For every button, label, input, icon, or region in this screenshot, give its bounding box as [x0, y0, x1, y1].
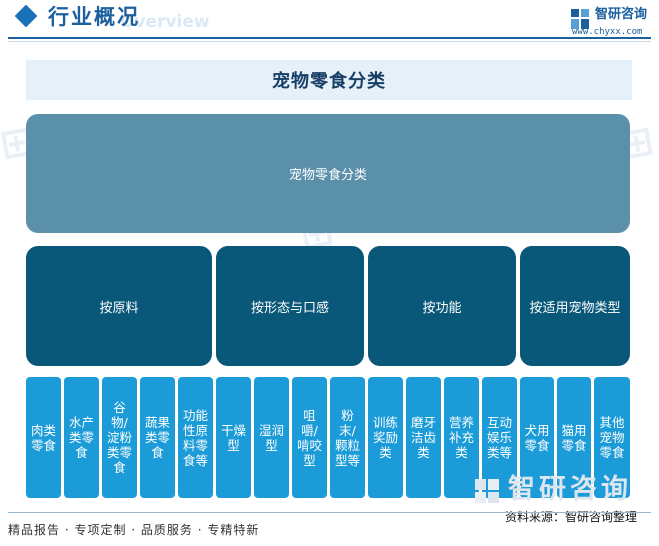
leaf-node: 蔬果类零食 — [140, 377, 175, 498]
watermark-logo-icon — [475, 479, 499, 503]
diagram-title-band: 宠物零食分类 — [26, 60, 632, 100]
root-node: 宠物零食分类 — [26, 114, 630, 233]
brand-name: 智研咨询 — [595, 7, 648, 22]
leaf-node: 水产类零食 — [64, 377, 99, 498]
footer-divider — [8, 512, 651, 513]
leaf-node: 训练奖励类 — [368, 377, 403, 498]
category-node-form: 按形态与口感 — [216, 246, 364, 366]
leaf-node: 肉类零食 — [26, 377, 61, 498]
leaf-node: 谷物/淀粉类零食 — [102, 377, 137, 498]
header-divider — [8, 37, 651, 39]
leaf-node: 功能性原料零食等 — [178, 377, 213, 498]
category-node-material: 按原料 — [26, 246, 212, 366]
brand-url: www.chyxx.com — [572, 27, 643, 37]
leaf-node: 湿润型 — [254, 377, 289, 498]
diagram-title: 宠物零食分类 — [272, 71, 386, 92]
category-node-function: 按功能 — [368, 246, 516, 366]
leaf-node: 磨牙洁齿类 — [406, 377, 441, 498]
leaf-node: 粉末/颗粒型等 — [330, 377, 365, 498]
footer-watermark: 智研咨询 — [508, 474, 632, 505]
category-node-pet-type: 按适用宠物类型 — [520, 246, 630, 366]
leaf-node: 干燥型 — [216, 377, 251, 498]
footer-tagline: 精品报告 · 专项定制 · 品质服务 · 专精特新 — [8, 523, 260, 537]
leaf-node: 咀嚼/啃咬型 — [292, 377, 327, 498]
header-title: 行业概况 — [48, 5, 140, 29]
header-divider-thin — [8, 41, 651, 42]
header-diamond-icon — [14, 4, 38, 28]
